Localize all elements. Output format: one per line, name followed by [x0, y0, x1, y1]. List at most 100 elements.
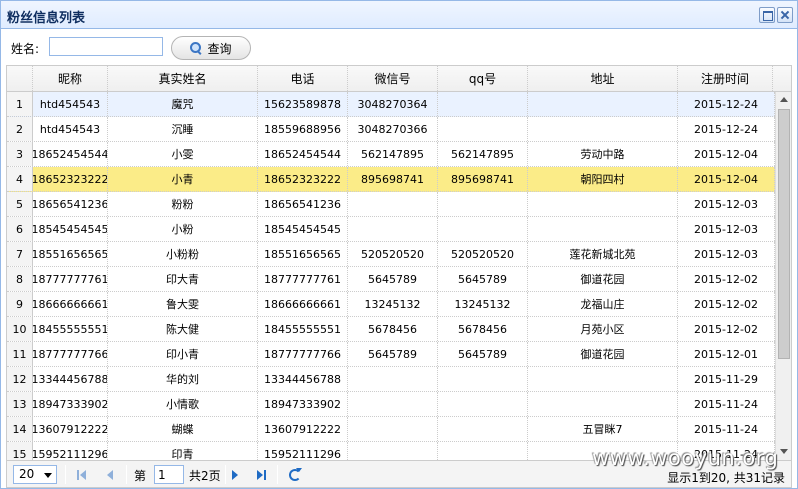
table-row[interactable]: 10 18455555551 陈大健 18455555551 5678456 567845…	[7, 317, 775, 342]
column-header-regdate[interactable]: 注册时间	[678, 66, 773, 91]
cell-phone: 13607912222	[258, 417, 348, 441]
prev-page-icon[interactable]	[101, 466, 119, 484]
cell-address: 御道花园	[528, 342, 678, 366]
row-number: 12	[7, 367, 33, 391]
table-row[interactable]: 5 18656541236 粉粉 18656541236 2015-12-03	[7, 192, 775, 217]
row-number: 2	[7, 117, 33, 141]
search-button[interactable]: 查询	[171, 36, 251, 60]
cell-regdate: 2015-12-01	[678, 342, 775, 366]
next-page-icon[interactable]	[226, 466, 244, 484]
cell-qq	[438, 392, 528, 416]
first-page-icon[interactable]	[73, 466, 91, 484]
rownumber-header	[7, 66, 33, 91]
cell-address	[528, 217, 678, 241]
table-row[interactable]: 12 13344456788 华的刘 13344456788 2015-11-29	[7, 367, 775, 392]
cell-nickname: 18551656565	[33, 242, 108, 266]
cell-phone: 18947333902	[258, 392, 348, 416]
cell-realname: 沉睡	[108, 117, 258, 141]
cell-nickname: 18656541236	[33, 192, 108, 216]
cell-phone: 18545454545	[258, 217, 348, 241]
cell-regdate: 2015-12-24	[678, 92, 775, 116]
cell-wechat: 13245132	[348, 292, 438, 316]
row-number: 13	[7, 392, 33, 416]
panel-titlebar: 粉丝信息列表	[1, 1, 797, 29]
scroll-down-icon[interactable]	[776, 444, 791, 460]
column-header-address[interactable]: 地址	[528, 66, 678, 91]
cell-regdate: 2015-11-24	[678, 417, 775, 441]
cell-regdate: 2015-12-02	[678, 267, 775, 291]
column-header-wechat[interactable]: 微信号	[348, 66, 438, 91]
table-row[interactable]: 9 18666666661 鲁大雯 18666666661 13245132 132451…	[7, 292, 775, 317]
cell-wechat: 5645789	[348, 267, 438, 291]
cell-phone: 13344456788	[258, 367, 348, 391]
cell-regdate: 2015-12-04	[678, 167, 775, 191]
cell-wechat: 5678456	[348, 317, 438, 341]
table-row[interactable]: 2 htd454543 沉睡 18559688956 3048270366 2015-12…	[7, 117, 775, 142]
cell-phone: 18777777766	[258, 342, 348, 366]
cell-realname: 华的刘	[108, 367, 258, 391]
table-row[interactable]: 14 13607912222 蝴蝶 13607912222 五冒眯7 2015-11-24	[7, 417, 775, 442]
close-icon[interactable]	[777, 7, 793, 23]
table-row[interactable]: 11 18777777766 印小青 18777777766 5645789 564578…	[7, 342, 775, 367]
cell-phone: 18666666661	[258, 292, 348, 316]
column-header-phone[interactable]: 电话	[258, 66, 348, 91]
scroll-up-icon[interactable]	[776, 92, 791, 108]
table-row[interactable]: 8 18777777761 印大青 18777777761 5645789 5645789…	[7, 267, 775, 292]
cell-nickname: 18777777761	[33, 267, 108, 291]
cell-regdate: 2015-12-03	[678, 242, 775, 266]
refresh-icon[interactable]	[286, 466, 304, 484]
cell-qq	[438, 92, 528, 116]
cell-regdate: 2015-12-03	[678, 217, 775, 241]
cell-qq: 5678456	[438, 317, 528, 341]
name-search-input[interactable]	[49, 37, 163, 56]
cell-address: 莲花新城北苑	[528, 242, 678, 266]
cell-address	[528, 392, 678, 416]
table-row[interactable]: 3 18652454544 小雯 18652454544 562147895 562147…	[7, 142, 775, 167]
last-page-icon[interactable]	[252, 466, 270, 484]
table-row[interactable]: 1 htd454543 魔咒 15623589878 3048270364 2015-12…	[7, 92, 775, 117]
scroll-thumb[interactable]	[778, 109, 790, 359]
cell-phone: 18652454544	[258, 142, 348, 166]
page-prefix: 第	[134, 469, 147, 483]
cell-realname: 小粉	[108, 217, 258, 241]
cell-regdate: 2015-11-24	[678, 392, 775, 416]
column-header-qq[interactable]: qq号	[438, 66, 528, 91]
cell-nickname: 15952111296	[33, 442, 108, 460]
cell-realname: 粉粉	[108, 192, 258, 216]
cell-realname: 印大青	[108, 267, 258, 291]
fan-table: 昵称 真实姓名 电话 微信号 qq号 地址 注册时间 1 htd454543 魔咒 1…	[6, 65, 792, 461]
page-number-input[interactable]	[154, 465, 184, 484]
cell-wechat	[348, 367, 438, 391]
table-row[interactable]: 7 18551656565 小粉粉 18551656565 520520520 52052…	[7, 242, 775, 267]
row-number: 8	[7, 267, 33, 291]
table-row[interactable]: 4 18652323222 小青 18652323222 895698741 895698…	[7, 167, 775, 192]
minimize-icon[interactable]	[759, 7, 775, 23]
cell-nickname: htd454543	[33, 117, 108, 141]
table-row[interactable]: 13 18947333902 小情歌 18947333902 2015-11-24	[7, 392, 775, 417]
cell-wechat: 895698741	[348, 167, 438, 191]
column-header-nickname[interactable]: 昵称	[33, 66, 108, 91]
cell-realname: 印小青	[108, 342, 258, 366]
cell-address	[528, 367, 678, 391]
row-number: 11	[7, 342, 33, 366]
cell-address: 劳动中路	[528, 142, 678, 166]
table-row[interactable]: 6 18545454545 小粉 18545454545 2015-12-03	[7, 217, 775, 242]
cell-nickname: htd454543	[33, 92, 108, 116]
cell-phone: 18455555551	[258, 317, 348, 341]
cell-nickname: 18652323222	[33, 167, 108, 191]
vertical-scrollbar[interactable]	[775, 92, 791, 460]
search-toolbar: 姓名: 查询	[1, 30, 797, 66]
row-number: 4	[7, 167, 33, 191]
cell-nickname: 18652454544	[33, 142, 108, 166]
cell-wechat	[348, 417, 438, 441]
cell-wechat: 520520520	[348, 242, 438, 266]
cell-nickname: 18545454545	[33, 217, 108, 241]
cell-qq	[438, 117, 528, 141]
cell-qq: 5645789	[438, 342, 528, 366]
cell-address	[528, 192, 678, 216]
cell-wechat	[348, 392, 438, 416]
column-header-realname[interactable]: 真实姓名	[108, 66, 258, 91]
cell-realname: 蝴蝶	[108, 417, 258, 441]
cell-regdate: 2015-12-02	[678, 317, 775, 341]
page-size-select[interactable]: 20	[13, 465, 57, 484]
